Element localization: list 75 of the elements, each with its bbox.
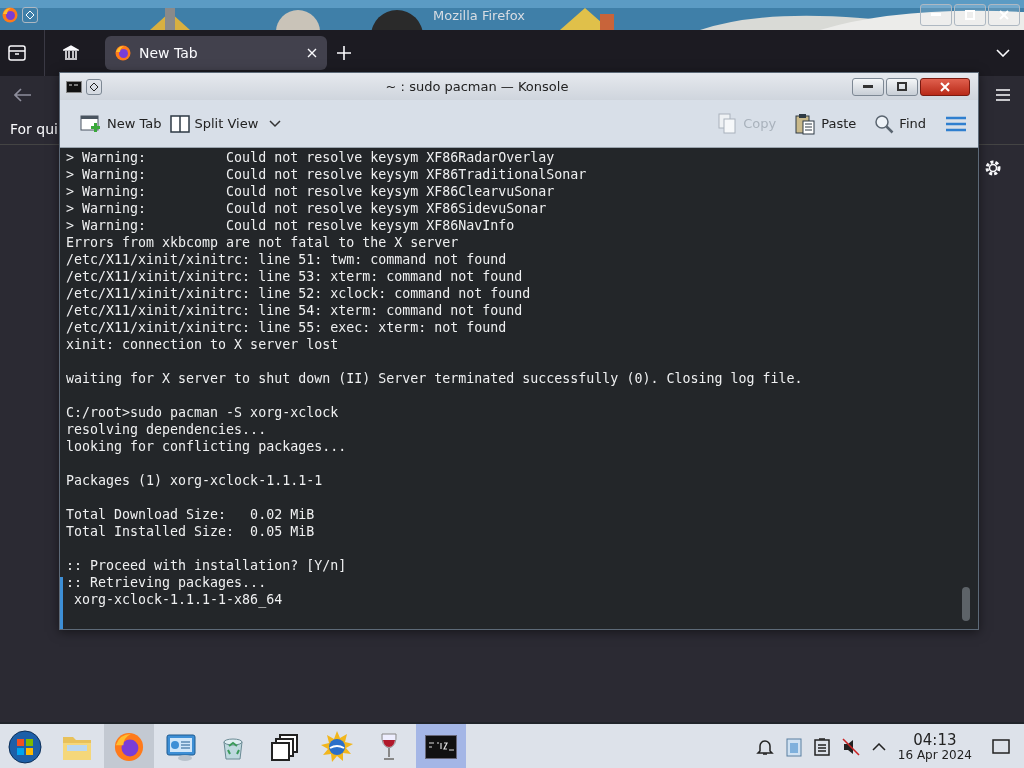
chevron-down-icon [269, 119, 282, 128]
split-view-icon [169, 114, 190, 133]
toolbar-button[interactable]: Find [870, 109, 930, 138]
toolbar-button[interactable]: New Tab [76, 109, 166, 138]
terminal-line: Total Download Size: 0.02 MiB [66, 506, 316, 523]
wine-glass-icon [378, 732, 400, 762]
chevron-down-icon[interactable] [996, 49, 1010, 57]
clipboard-icon [794, 112, 817, 135]
bookmarks-hint: For qui [10, 121, 58, 137]
maximize-icon [897, 82, 907, 91]
terminal-line: > Warning: Could not resolve keysym XF86RadarOverlay [66, 149, 556, 166]
terminal-line: /etc/X11/xinit/xinitrc: line 54: xterm: command not found [66, 302, 524, 319]
terminal-line: :: Retrieving packages... [66, 574, 268, 591]
browser-tab[interactable]: New Tab [105, 36, 327, 70]
toolbar-button[interactable]: Split View [165, 110, 286, 137]
museum-icon[interactable] [63, 45, 79, 61]
taskbar-app-button[interactable] [416, 724, 466, 768]
terminal-icon [66, 80, 82, 93]
close-icon [940, 81, 950, 92]
terminal-line: Errors from xkbcomp are not fatal to the X server [66, 234, 460, 251]
maximize-button[interactable] [886, 77, 918, 96]
close-button[interactable] [920, 77, 970, 96]
window-title: ~ : sudo pacman — Konsole [384, 79, 570, 94]
settings-icon[interactable] [984, 159, 1002, 177]
terminal-line: > Warning: Could not resolve keysym XF86NavInfo [66, 217, 516, 234]
terminal-line: /etc/X11/xinit/xinitrc: line 53: xterm: command not found [66, 268, 524, 285]
keep-above-button[interactable] [86, 78, 102, 95]
terminal-line: looking for conflicting packages... [66, 438, 348, 455]
terminal-line: /etc/X11/xinit/xinitrc: line 55: exec: xterm: not found [66, 319, 508, 336]
clipboard-icon[interactable] [785, 737, 802, 757]
toolbar-button[interactable]: Paste [790, 108, 861, 139]
minimize-icon [931, 13, 941, 17]
terminal-line: :: Proceed with installation? [Y/n] [66, 557, 348, 574]
terminal-line: xinit: connection to X server lost [66, 336, 340, 353]
terminal-line: > Warning: Could not resolve keysym XF86SidevuSonar [66, 200, 548, 217]
close-icon [999, 10, 1009, 20]
clock-time[interactable]: 04:13 [913, 732, 957, 748]
terminal-line: xorg-xclock-1.1.1-1-x86_64 [73, 591, 284, 608]
copy-icon [718, 112, 739, 135]
terminal-line: C:/root>sudo pacman -S xorg-xclock [66, 404, 340, 421]
tray-icon[interactable] [8, 45, 26, 61]
minimize-button[interactable] [852, 77, 884, 96]
terminal-line: waiting for X server to shut down (II) Server terminated successfully (0). Closing log file. [66, 370, 804, 387]
plus-icon[interactable] [337, 46, 351, 60]
maximize-icon [965, 10, 975, 20]
start-orb-icon [8, 730, 42, 764]
clock-date[interactable]: 16 Apr 2024 [897, 748, 972, 762]
windows-stack-icon [271, 733, 299, 761]
notes-icon[interactable] [813, 738, 830, 756]
close-icon[interactable] [307, 48, 317, 58]
firefox-icon [114, 732, 144, 762]
scrollbar-thumb[interactable] [962, 587, 970, 621]
show-desktop-icon[interactable] [992, 739, 1010, 755]
new-tab-icon [80, 113, 102, 134]
terminal-line: Total Installed Size: 0.05 MiB [66, 523, 316, 540]
diamond-icon [90, 82, 98, 91]
window-title: Mozilla Firefox [432, 7, 526, 23]
search-icon [874, 113, 895, 134]
terminal-line: > Warning: Could not resolve keysym XF86ClearvuSonar [66, 183, 556, 200]
firefox-icon [2, 7, 18, 23]
terminal-line: Packages (1) xorg-xclock-1.1.1-1 [66, 472, 324, 489]
terminal-line: /etc/X11/xinit/xinitrc: line 51: twm: command not found [66, 251, 508, 268]
back-arrow-icon[interactable] [14, 88, 32, 102]
terminal-line: /etc/X11/xinit/xinitrc: line 52: xclock: command not found [66, 285, 532, 302]
sun-globe-icon [320, 730, 354, 764]
diamond-icon [26, 11, 34, 19]
muted-speaker-icon[interactable] [841, 738, 860, 756]
minimize-icon [863, 84, 873, 89]
bell-icon[interactable] [755, 738, 774, 756]
monitor-icon [165, 732, 197, 762]
firefox-icon [115, 45, 131, 61]
caret-up-icon[interactable] [871, 743, 886, 751]
terminal-line: > Warning: Could not resolve keysym XF86TraditionalSonar [66, 166, 588, 183]
terminal-line: resolving dependencies... [66, 421, 268, 438]
terminal-icon [425, 735, 457, 759]
